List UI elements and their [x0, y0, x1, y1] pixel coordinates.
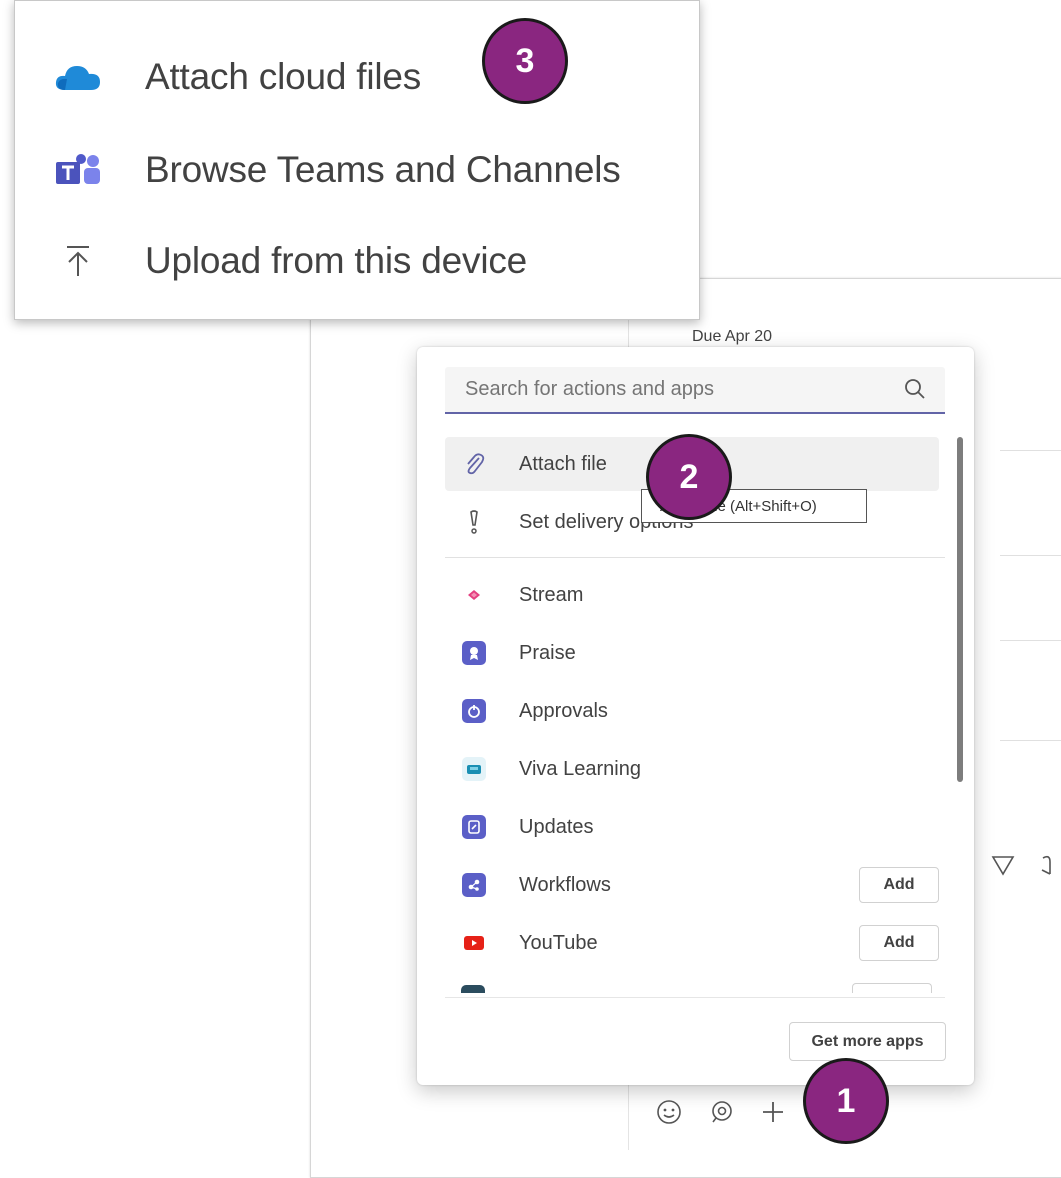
add-workflows-button[interactable]: Add — [859, 867, 939, 903]
attach-cloud-files-label: Attach cloud files — [145, 56, 422, 97]
youtube-icon — [461, 930, 487, 956]
app-label-approvals: Approvals — [519, 699, 608, 722]
browse-teams-channels-label: Browse Teams and Channels — [145, 149, 621, 190]
praise-icon — [462, 641, 486, 665]
loop-icon[interactable] — [707, 1097, 737, 1127]
app-item-stream[interactable]: Stream — [445, 568, 939, 622]
app-label-praise: Praise — [519, 641, 576, 664]
search-icon[interactable] — [903, 377, 927, 401]
paperclip-icon — [461, 451, 487, 477]
app-label-stream: Stream — [519, 583, 584, 606]
step-badge-1: 1 — [803, 1058, 889, 1144]
get-more-apps-button[interactable]: Get more apps — [789, 1022, 946, 1061]
stream-icon — [461, 582, 487, 608]
viva-learning-icon — [462, 757, 486, 781]
app-item-approvals[interactable]: Approvals — [445, 684, 939, 738]
attach-menu: Attach cloud files Browse Teams and Chan… — [14, 0, 700, 320]
format-triangle-icon[interactable] — [990, 852, 1016, 885]
attach-file-label: Attach file — [519, 452, 607, 475]
upload-from-device-item[interactable]: Upload from this device — [55, 231, 675, 291]
plus-icon[interactable] — [758, 1097, 788, 1127]
app-label-workflows: Workflows — [519, 873, 611, 896]
app-item-praise[interactable]: Praise — [445, 626, 939, 680]
app-label-youtube: YouTube — [519, 931, 598, 954]
app-item-workflows[interactable]: Workflows Add — [445, 858, 939, 912]
list-divider — [1000, 555, 1061, 556]
approvals-icon — [462, 699, 486, 723]
attach-cloud-files-item[interactable]: Attach cloud files — [55, 47, 675, 107]
add-button-partial — [852, 983, 932, 993]
updates-icon — [462, 815, 486, 839]
teams-icon — [55, 150, 115, 190]
section-divider — [445, 557, 945, 558]
add-youtube-button[interactable]: Add — [859, 925, 939, 961]
search-box[interactable] — [445, 367, 945, 414]
onedrive-cloud-icon — [55, 57, 115, 97]
app-item-updates[interactable]: Updates — [445, 800, 939, 854]
workflows-icon — [462, 873, 486, 897]
step-badge-2: 2 — [646, 434, 732, 520]
search-input[interactable] — [463, 377, 883, 402]
app-item-viva-learning[interactable]: Viva Learning — [445, 742, 939, 796]
exclamation-icon — [461, 509, 487, 535]
due-date-label: Due Apr 20 — [692, 328, 773, 345]
list-bottom-divider — [445, 997, 945, 998]
scrollbar-thumb[interactable] — [957, 437, 963, 782]
list-divider — [1000, 740, 1061, 741]
step-badge-3: 3 — [482, 18, 568, 104]
app-label-viva-learning: Viva Learning — [519, 757, 641, 780]
list-divider — [1000, 450, 1061, 451]
app-icon-partial — [461, 985, 485, 993]
upload-from-device-label: Upload from this device — [145, 240, 528, 281]
list-divider — [1000, 640, 1061, 641]
browse-teams-channels-item[interactable]: Browse Teams and Channels — [55, 140, 675, 200]
emoji-icon[interactable] — [654, 1097, 684, 1127]
send-icon[interactable] — [1038, 852, 1060, 885]
app-label-updates: Updates — [519, 815, 594, 838]
upload-icon — [55, 241, 115, 281]
app-item-youtube[interactable]: YouTube Add — [445, 916, 939, 970]
